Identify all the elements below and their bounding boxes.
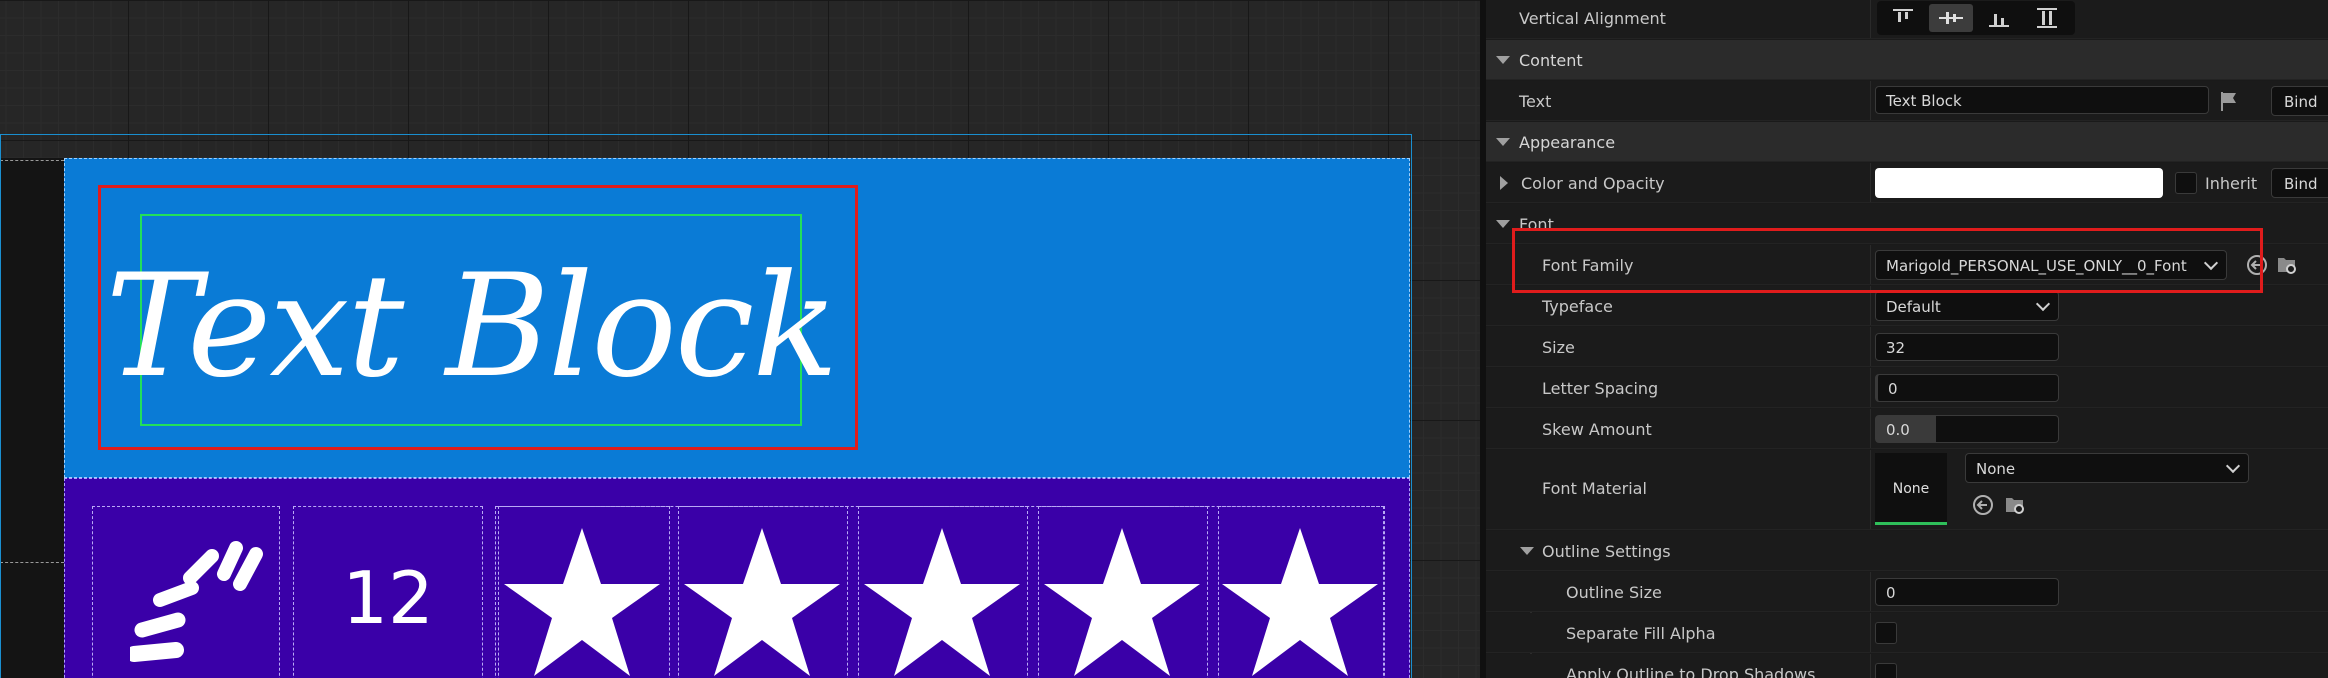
inherit-label: Inherit [2205, 174, 2258, 193]
designer-viewport[interactable]: Text Block 12 [0, 0, 1480, 678]
font-material-combo[interactable]: None [1965, 453, 2249, 483]
size-label: Size [1542, 338, 1575, 357]
align-bottom-button[interactable] [1977, 4, 2021, 32]
color-bind-button[interactable]: Bind [2271, 168, 2328, 198]
chevron-down-icon [2225, 458, 2241, 474]
vertical-alignment-toggle-group [1877, 1, 2075, 35]
outline-settings-label: Outline Settings [1542, 542, 1671, 561]
apply-outline-shadows-row: Apply Outline to Drop Shadows [1486, 654, 2328, 678]
collapse-arrow-icon [1496, 138, 1510, 146]
text-value-field[interactable]: Text Block [1875, 86, 2209, 114]
browse-asset-icon[interactable] [2275, 253, 2299, 277]
browse-asset-icon[interactable] [2003, 493, 2027, 517]
collapse-arrow-icon [1496, 56, 1510, 64]
typeface-label: Typeface [1542, 297, 1613, 316]
content-category[interactable]: Content [1486, 40, 2328, 80]
size-field[interactable]: 32 [1875, 333, 2059, 361]
letter-spacing-row: Letter Spacing 0 [1486, 368, 2328, 408]
typeface-value: Default [1886, 298, 1941, 316]
text-block-widget[interactable]: Text Block [106, 214, 839, 426]
align-center-icon [1939, 12, 1963, 24]
outline-size-field[interactable]: 0 [1875, 578, 2059, 606]
text-bind-button[interactable]: Bind [2271, 86, 2328, 116]
appearance-category[interactable]: Appearance [1486, 122, 2328, 162]
vertical-alignment-row: Vertical Alignment [1486, 0, 2328, 39]
star-icon [862, 528, 1022, 678]
star-icon [1042, 528, 1202, 678]
vertical-alignment-label: Vertical Alignment [1519, 9, 1666, 28]
letter-spacing-label: Letter Spacing [1542, 379, 1659, 398]
details-panel: Vertical Alignment Content Text Text Blo… [1486, 0, 2328, 678]
apply-outline-shadows-label: Apply Outline to Drop Shadows [1566, 665, 1816, 678]
collapse-arrow-icon [1520, 547, 1534, 555]
separate-fill-alpha-row: Separate Fill Alpha [1486, 613, 2328, 653]
skew-amount-label: Skew Amount [1542, 420, 1652, 439]
outline-size-label: Outline Size [1566, 583, 1662, 602]
chevron-down-icon [2035, 296, 2051, 312]
star-icon [1220, 528, 1380, 678]
use-selected-asset-icon[interactable] [1971, 493, 1995, 517]
separate-fill-alpha-checkbox[interactable] [1875, 622, 1897, 644]
skew-amount-row: Skew Amount 0.0 [1486, 409, 2328, 449]
font-material-value: None [1976, 460, 2016, 478]
loading-throbber-icon [130, 541, 263, 662]
font-material-label: Font Material [1542, 479, 1647, 498]
color-opacity-row: Color and Opacity Inherit Bind [1486, 163, 2328, 203]
star-icon [502, 528, 662, 678]
expand-arrow-icon[interactable] [1500, 176, 1508, 190]
letter-spacing-field[interactable]: 0 [1875, 374, 2059, 402]
align-bottom-icon [1989, 14, 2009, 27]
font-material-row: Font Material None None [1486, 450, 2328, 530]
typeface-combo[interactable]: Default [1875, 291, 2059, 321]
color-swatch[interactable] [1875, 168, 2163, 198]
inherit-checkbox[interactable] [2175, 172, 2197, 194]
skew-amount-field[interactable]: 0.0 [1875, 415, 2059, 443]
align-top-icon [1893, 9, 1913, 22]
appearance-category-label: Appearance [1519, 133, 1616, 152]
align-fill-icon [2037, 8, 2057, 28]
count-text: 12 [342, 556, 434, 640]
star-icon [682, 528, 842, 678]
outline-settings-row[interactable]: Outline Settings [1486, 531, 2328, 571]
align-top-button[interactable] [1881, 4, 1925, 32]
size-row: Size 32 [1486, 327, 2328, 367]
localization-flag-icon[interactable] [2217, 89, 2241, 113]
align-center-button[interactable] [1929, 4, 1973, 32]
align-fill-button[interactable] [2025, 4, 2069, 32]
content-category-label: Content [1519, 51, 1583, 70]
material-thumbnail[interactable]: None [1875, 453, 1947, 525]
font-family-highlight-outline [1512, 228, 2263, 293]
separate-fill-alpha-label: Separate Fill Alpha [1566, 624, 1716, 643]
text-property-label: Text [1519, 92, 1552, 111]
color-opacity-label: Color and Opacity [1521, 174, 1665, 193]
apply-outline-shadows-checkbox[interactable] [1875, 663, 1897, 678]
collapse-arrow-icon [1496, 220, 1510, 228]
outline-size-row: Outline Size 0 [1486, 572, 2328, 612]
text-property-row: Text Text Block Bind [1486, 81, 2328, 121]
